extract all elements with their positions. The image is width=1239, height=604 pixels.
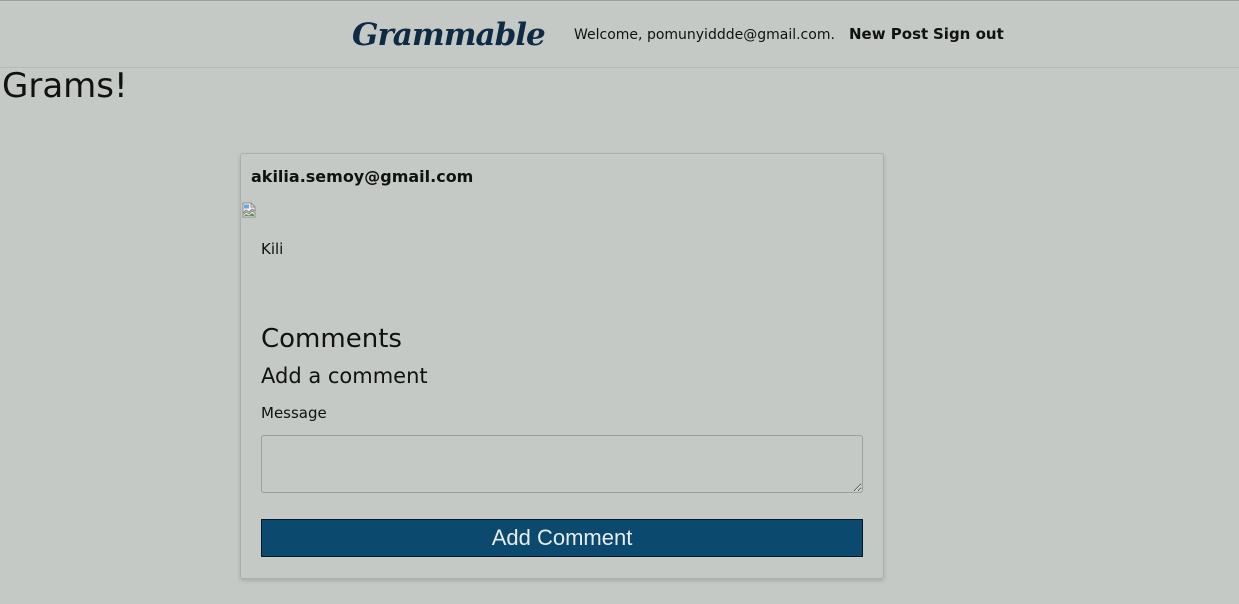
navbar: Grammable Welcome, pomunyiddde@gmail.com… — [0, 0, 1239, 68]
post-caption: Kili — [261, 240, 284, 258]
broken-image-icon — [242, 202, 256, 218]
post-card: akilia.semoy@gmail.com Kili Comments Add… — [240, 153, 884, 579]
welcome-text: Welcome, pomunyiddde@gmail.com. — [574, 27, 835, 43]
page-title: Grams! — [2, 66, 128, 106]
new-post-link[interactable]: New Post — [849, 25, 928, 43]
sign-out-link[interactable]: Sign out — [933, 25, 1004, 43]
post-author: akilia.semoy@gmail.com — [251, 167, 474, 186]
add-comment-button[interactable]: Add Comment — [261, 519, 863, 557]
brand-logo[interactable]: Grammable — [352, 17, 546, 53]
comments-heading: Comments — [261, 324, 402, 354]
add-comment-heading: Add a comment — [261, 364, 428, 388]
message-label: Message — [261, 404, 327, 422]
message-input[interactable] — [261, 435, 863, 493]
